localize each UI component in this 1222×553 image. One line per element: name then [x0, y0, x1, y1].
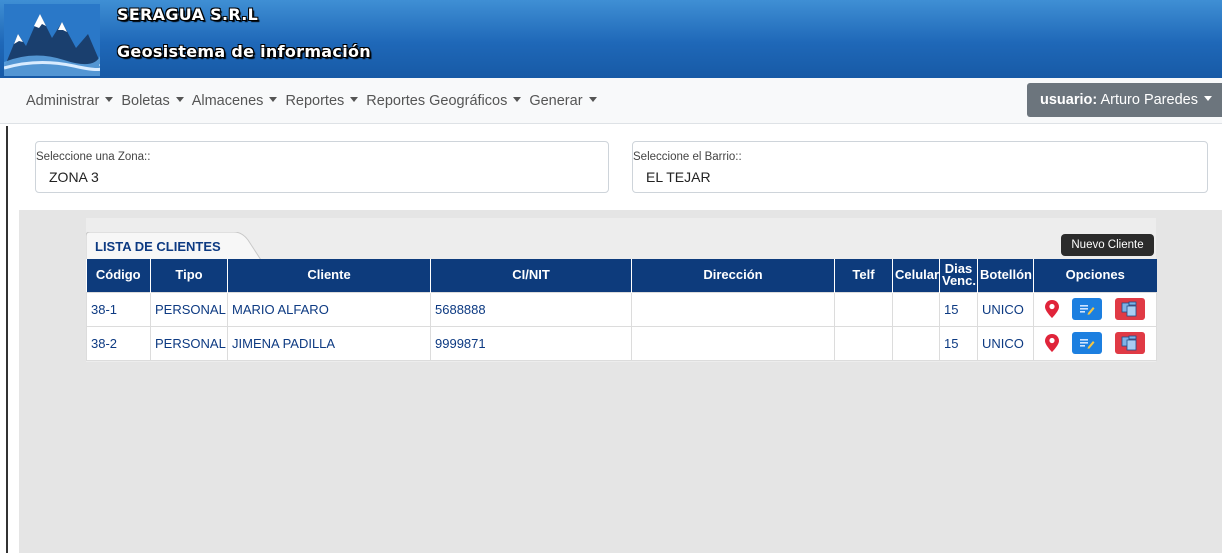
zone-value: ZONA 3	[49, 169, 99, 185]
edit-icon	[1079, 339, 1095, 349]
cell-celular	[892, 291, 940, 327]
col-cliente[interactable]: Cliente	[227, 259, 431, 292]
cell-dias: 15	[939, 291, 978, 327]
col-celular[interactable]: Celular	[892, 259, 940, 292]
caret-down-icon	[1203, 96, 1212, 101]
cell-dias: 15	[939, 325, 978, 361]
caret-down-icon	[175, 97, 184, 102]
col-tipo[interactable]: Tipo	[150, 259, 228, 292]
user-menu-button[interactable]: usuario: Arturo Paredes	[1027, 83, 1222, 117]
cell-opciones	[1033, 291, 1157, 327]
clients-panel: LISTA DE CLIENTES Nuevo Cliente Código T…	[86, 218, 1157, 362]
edit-button[interactable]	[1071, 298, 1102, 320]
new-client-tooltip[interactable]: Nuevo Cliente	[1061, 234, 1154, 256]
table-header-row: Código Tipo Cliente CI/NIT Dirección Tel…	[86, 259, 1157, 292]
table-row[interactable]: 38-2 PERSONAL JIMENA PADILLA 9999871 15 …	[86, 325, 1157, 361]
brand-subtitle: Geosistema de información	[117, 42, 371, 61]
caret-down-icon	[269, 97, 278, 102]
tab-label: LISTA DE CLIENTES	[95, 239, 221, 254]
cell-codigo: 38-1	[86, 291, 151, 327]
caret-down-icon	[588, 97, 597, 102]
cell-telf	[834, 325, 893, 361]
barrio-value: EL TEJAR	[646, 169, 711, 185]
map-pin-icon[interactable]	[1044, 334, 1059, 352]
clients-table: Código Tipo Cliente CI/NIT Dirección Tel…	[86, 259, 1157, 361]
nav-item-almacenes[interactable]: Almacenes	[192, 93, 278, 109]
delete-icon	[1121, 335, 1137, 351]
col-opciones: Opciones	[1033, 259, 1157, 292]
nav-item-reportes[interactable]: Reportes	[285, 93, 359, 109]
nav-item-generar[interactable]: Generar	[529, 93, 597, 109]
tab-lista-clientes[interactable]: LISTA DE CLIENTES	[86, 232, 261, 260]
col-direccion[interactable]: Dirección	[631, 259, 835, 292]
cell-tipo: PERSONAL	[150, 291, 228, 327]
cell-celular	[892, 325, 940, 361]
delete-icon	[1121, 301, 1137, 317]
left-divider	[6, 126, 8, 553]
caret-down-icon	[350, 97, 359, 102]
cell-direccion	[631, 325, 835, 361]
barrio-label: Seleccione el Barrio::	[633, 151, 742, 163]
delete-button[interactable]	[1115, 298, 1146, 320]
user-prefix: usuario:	[1040, 92, 1098, 108]
col-codigo[interactable]: Código	[86, 259, 151, 292]
caret-down-icon	[513, 97, 522, 102]
cell-codigo: 38-2	[86, 325, 151, 361]
nav-menu: Administrar Boletas Almacenes Reportes R…	[26, 93, 597, 109]
barrio-select[interactable]: Seleccione el Barrio:: EL TEJAR	[632, 141, 1208, 193]
main-content: LISTA DE CLIENTES Nuevo Cliente Código T…	[19, 210, 1222, 553]
cell-opciones	[1033, 325, 1157, 361]
filters-panel: Seleccione una Zona:: ZONA 3 Seleccione …	[19, 126, 1222, 210]
top-navbar: Administrar Boletas Almacenes Reportes R…	[0, 78, 1222, 124]
edit-icon	[1079, 305, 1095, 315]
edit-button[interactable]	[1071, 332, 1102, 354]
cell-cliente: MARIO ALFARO	[227, 291, 431, 327]
cell-direccion	[631, 291, 835, 327]
cell-telf	[834, 291, 893, 327]
mountains-logo-icon	[4, 4, 100, 76]
zone-select[interactable]: Seleccione una Zona:: ZONA 3	[35, 141, 609, 193]
nav-item-boletas[interactable]: Boletas	[121, 93, 184, 109]
cell-ci: 5688888	[430, 291, 632, 327]
cell-ci: 9999871	[430, 325, 632, 361]
app-header: SERAGUA S.R.L Geosistema de información	[0, 0, 1222, 78]
nav-item-reportes-geograficos[interactable]: Reportes Geográficos	[366, 93, 522, 109]
zone-label: Seleccione una Zona::	[36, 151, 151, 163]
brand-title: SERAGUA S.R.L	[117, 5, 259, 24]
col-ci-nit[interactable]: CI/NIT	[430, 259, 632, 292]
col-botellon[interactable]: Botellón	[977, 259, 1034, 292]
cell-botellon: UNICO	[977, 325, 1034, 361]
user-name: Arturo Paredes	[1100, 92, 1198, 108]
col-dias-venc[interactable]: Dias Venc.	[939, 259, 978, 292]
map-pin-icon[interactable]	[1044, 300, 1059, 318]
table-row[interactable]: 38-1 PERSONAL MARIO ALFARO 5688888 15 UN…	[86, 291, 1157, 327]
nav-item-administrar[interactable]: Administrar	[26, 93, 114, 109]
cell-tipo: PERSONAL	[150, 325, 228, 361]
cell-cliente: JIMENA PADILLA	[227, 325, 431, 361]
caret-down-icon	[105, 97, 114, 102]
cell-botellon: UNICO	[977, 291, 1034, 327]
col-telf[interactable]: Telf	[834, 259, 893, 292]
delete-button[interactable]	[1115, 332, 1146, 354]
